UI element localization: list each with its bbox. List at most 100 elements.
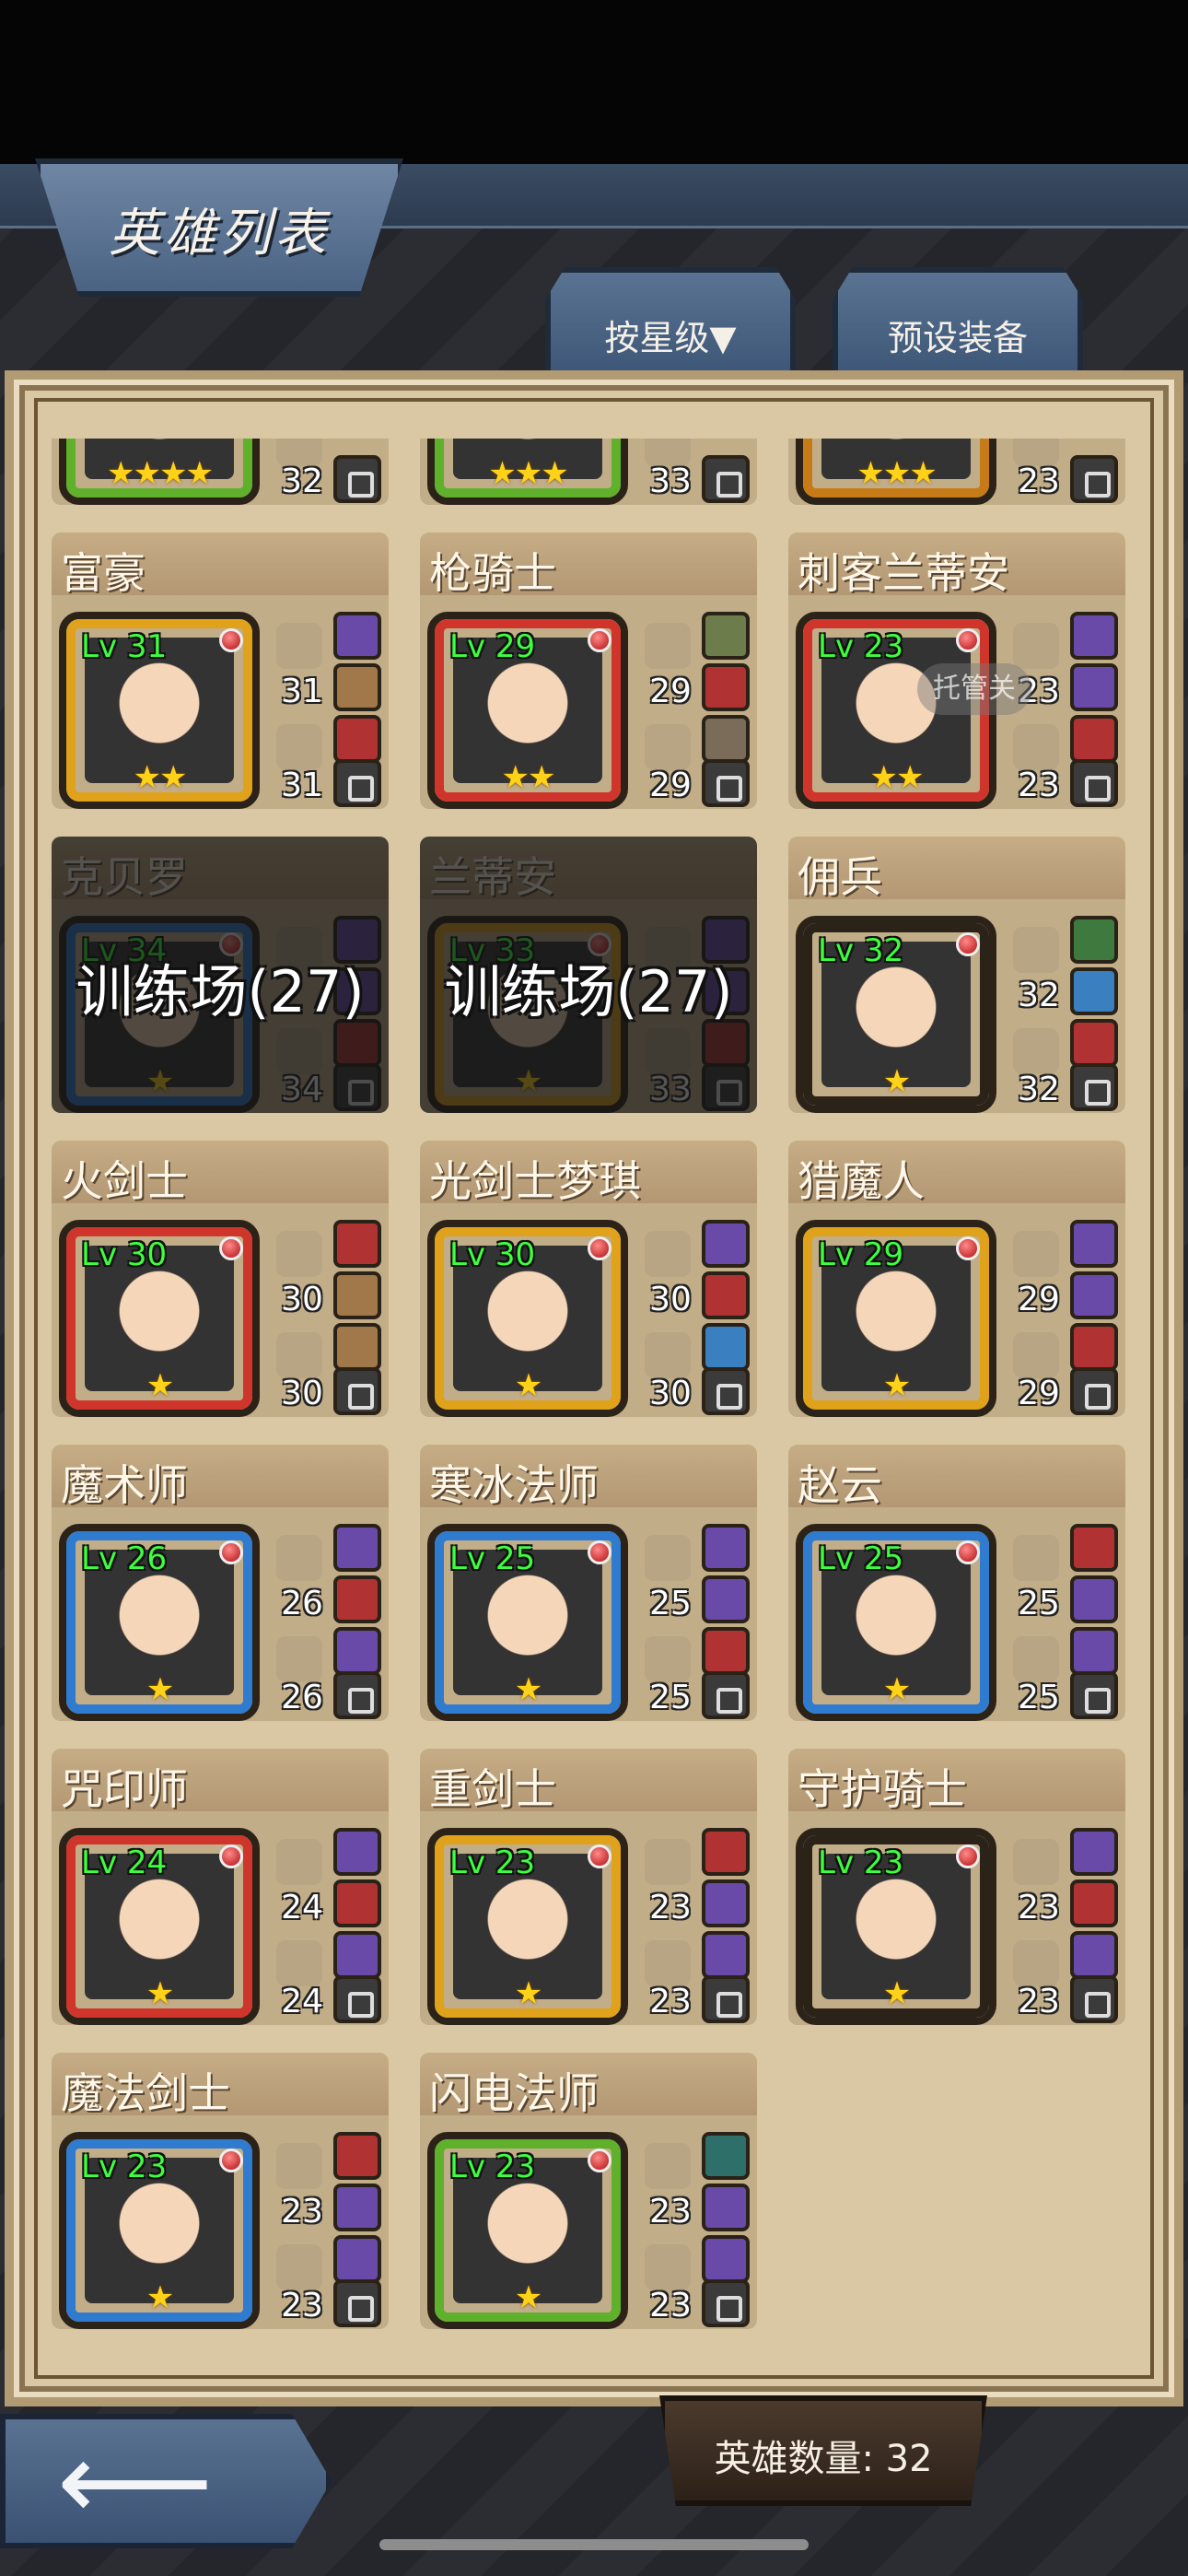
- lock-icon[interactable]: [333, 455, 381, 503]
- lock-icon[interactable]: [702, 2279, 750, 2327]
- equipment-slot-icon[interactable]: [333, 1323, 381, 1371]
- equipment-slot-icon[interactable]: [333, 1828, 381, 1876]
- equipment-slot-icon[interactable]: [702, 1575, 750, 1623]
- equipment-slot-icon[interactable]: [702, 1879, 750, 1927]
- equipment-slot-icon[interactable]: [702, 1220, 750, 1268]
- back-button[interactable]: ⟵: [0, 2414, 332, 2548]
- equipment-slot-icon[interactable]: [333, 2132, 381, 2180]
- equipment-slot-icon[interactable]: [702, 612, 750, 660]
- equipment-slot-icon[interactable]: [702, 2184, 750, 2231]
- equipment-slot-icon[interactable]: [702, 663, 750, 711]
- equipment-slot-icon[interactable]: [1070, 1524, 1118, 1572]
- equipment-slot-icon[interactable]: [702, 1323, 750, 1371]
- lock-icon[interactable]: [333, 1367, 381, 1415]
- hero-portrait[interactable]: Lv 29 ★: [796, 1220, 996, 1417]
- hero-portrait[interactable]: Lv 25 ★: [427, 1524, 628, 1721]
- lock-icon[interactable]: [1070, 455, 1118, 503]
- hero-card[interactable]: 兰蒂安Lv 33★33训练场(27): [420, 837, 757, 1113]
- hero-card[interactable]: 魔法剑士 Lv 23 ★ 23 23: [52, 2053, 389, 2329]
- equipment-slot-icon[interactable]: [1070, 1019, 1118, 1067]
- hero-card[interactable]: 枪骑士 Lv 29 ★★ 29 29: [420, 533, 757, 809]
- hero-portrait[interactable]: Lv 23 ★: [796, 1828, 996, 2025]
- hero-portrait[interactable]: Lv 23 ★: [59, 2132, 260, 2329]
- equipment-slot-icon[interactable]: [702, 1271, 750, 1319]
- lock-icon[interactable]: [1070, 1063, 1118, 1111]
- hero-card[interactable]: 重剑士 Lv 23 ★ 23 23: [420, 1749, 757, 2025]
- hero-portrait[interactable]: Lv 30 ★: [59, 1220, 260, 1417]
- equipment-slot-icon[interactable]: [702, 1828, 750, 1876]
- equipment-slot-icon[interactable]: [1070, 1627, 1118, 1675]
- equipment-slot-icon[interactable]: [333, 2235, 381, 2283]
- hero-card[interactable]: 寒冰法师 Lv 25 ★ 25 25: [420, 1445, 757, 1721]
- equipment-slot-icon[interactable]: [1070, 1931, 1118, 1979]
- equipment-slot-icon[interactable]: [1070, 663, 1118, 711]
- hero-card[interactable]: 火剑士 Lv 30 ★ 30 30: [52, 1141, 389, 1417]
- lock-icon[interactable]: [333, 759, 381, 807]
- lock-icon[interactable]: [702, 1671, 750, 1719]
- hero-card[interactable]: 光剑士梦琪 Lv 30 ★ 30 30: [420, 1141, 757, 1417]
- equipment-slot-icon[interactable]: [702, 715, 750, 763]
- equipment-slot-icon[interactable]: [1070, 1879, 1118, 1927]
- hero-card[interactable]: 赵云 Lv 25 ★ 25 25: [788, 1445, 1125, 1721]
- auto-toggle-toast[interactable]: 托管关: [917, 663, 1031, 715]
- hero-name-bar: 魔法剑士: [52, 2053, 389, 2118]
- hero-portrait[interactable]: Lv 30 ★: [427, 1220, 628, 1417]
- lock-icon[interactable]: [702, 759, 750, 807]
- lock-icon[interactable]: [1070, 1975, 1118, 2023]
- lock-icon[interactable]: [333, 1975, 381, 2023]
- equipment-slot-icon[interactable]: [1070, 1271, 1118, 1319]
- equipment-slot-icon[interactable]: [333, 1220, 381, 1268]
- equipment-slot-icon[interactable]: [1070, 916, 1118, 964]
- equipment-slot-icon[interactable]: [333, 1627, 381, 1675]
- hero-portrait[interactable]: Lv 26 ★: [59, 1524, 260, 1721]
- equipment-slot-icon[interactable]: [702, 1931, 750, 1979]
- equipment-slot-icon[interactable]: [333, 2184, 381, 2231]
- hero-portrait[interactable]: Lv 23 ★: [427, 2132, 628, 2329]
- hero-portrait[interactable]: Lv 23 ★: [427, 1828, 628, 2025]
- preset-equipment-tab[interactable]: 预设装备: [833, 267, 1083, 376]
- equipment-slot-icon[interactable]: [333, 1524, 381, 1572]
- hero-card[interactable]: 闪电法师 Lv 23 ★ 23 23: [420, 2053, 757, 2329]
- home-indicator[interactable]: [379, 2539, 809, 2550]
- equipment-slot-icon[interactable]: [333, 715, 381, 763]
- equipment-slot-icon[interactable]: [702, 1524, 750, 1572]
- lock-icon[interactable]: [702, 1367, 750, 1415]
- lock-icon[interactable]: [1070, 1671, 1118, 1719]
- lock-icon[interactable]: [702, 1975, 750, 2023]
- hero-portrait[interactable]: Lv 24 ★: [59, 1828, 260, 2025]
- equipment-slot-icon[interactable]: [1070, 1575, 1118, 1623]
- hero-card[interactable]: 佣兵 Lv 32 ★ 32 32: [788, 837, 1125, 1113]
- equipment-slot-icon[interactable]: [1070, 1828, 1118, 1876]
- equipment-slot-icon[interactable]: [333, 1879, 381, 1927]
- hero-portrait[interactable]: Lv 32 ★: [796, 916, 996, 1113]
- equipment-slot-icon[interactable]: [333, 1931, 381, 1979]
- hero-portrait[interactable]: Lv 29 ★★: [427, 612, 628, 809]
- lock-icon[interactable]: [333, 1671, 381, 1719]
- hero-card[interactable]: 魔术师 Lv 26 ★ 26 26: [52, 1445, 389, 1721]
- equipment-slot-icon[interactable]: [333, 663, 381, 711]
- lock-icon[interactable]: [333, 2279, 381, 2327]
- equipment-slot-icon[interactable]: [1070, 1220, 1118, 1268]
- equipment-slot-icon[interactable]: [1070, 612, 1118, 660]
- hero-portrait[interactable]: Lv 31 ★★: [59, 612, 260, 809]
- hero-card[interactable]: 守护骑士 Lv 23 ★ 23 23: [788, 1749, 1125, 2025]
- equipment-slot-icon[interactable]: [1070, 967, 1118, 1015]
- equipment-slot-icon[interactable]: [1070, 1323, 1118, 1371]
- lock-icon[interactable]: [702, 455, 750, 503]
- equipment-slot-icon[interactable]: [333, 612, 381, 660]
- equipment-slot-icon[interactable]: [702, 2235, 750, 2283]
- equipment-slot-icon[interactable]: [333, 1271, 381, 1319]
- equipment-slot-icon[interactable]: [1070, 715, 1118, 763]
- lock-icon[interactable]: [1070, 1367, 1118, 1415]
- hero-card[interactable]: 克贝罗Lv 34★34训练场(27): [52, 837, 389, 1113]
- equipment-slot-icon[interactable]: [702, 1627, 750, 1675]
- equipment-slot-icon[interactable]: [702, 2132, 750, 2180]
- hero-card[interactable]: 咒印师 Lv 24 ★ 24 24: [52, 1749, 389, 2025]
- defense-helmet-icon: [645, 724, 691, 770]
- hero-portrait[interactable]: Lv 25 ★: [796, 1524, 996, 1721]
- lock-icon[interactable]: [1070, 759, 1118, 807]
- hero-card[interactable]: 富豪 Lv 31 ★★ 31 31: [52, 533, 389, 809]
- equipment-slot-icon[interactable]: [333, 1575, 381, 1623]
- sort-by-star-tab[interactable]: 按星级▼: [545, 267, 796, 376]
- hero-card[interactable]: 猎魔人 Lv 29 ★ 29 29: [788, 1141, 1125, 1417]
